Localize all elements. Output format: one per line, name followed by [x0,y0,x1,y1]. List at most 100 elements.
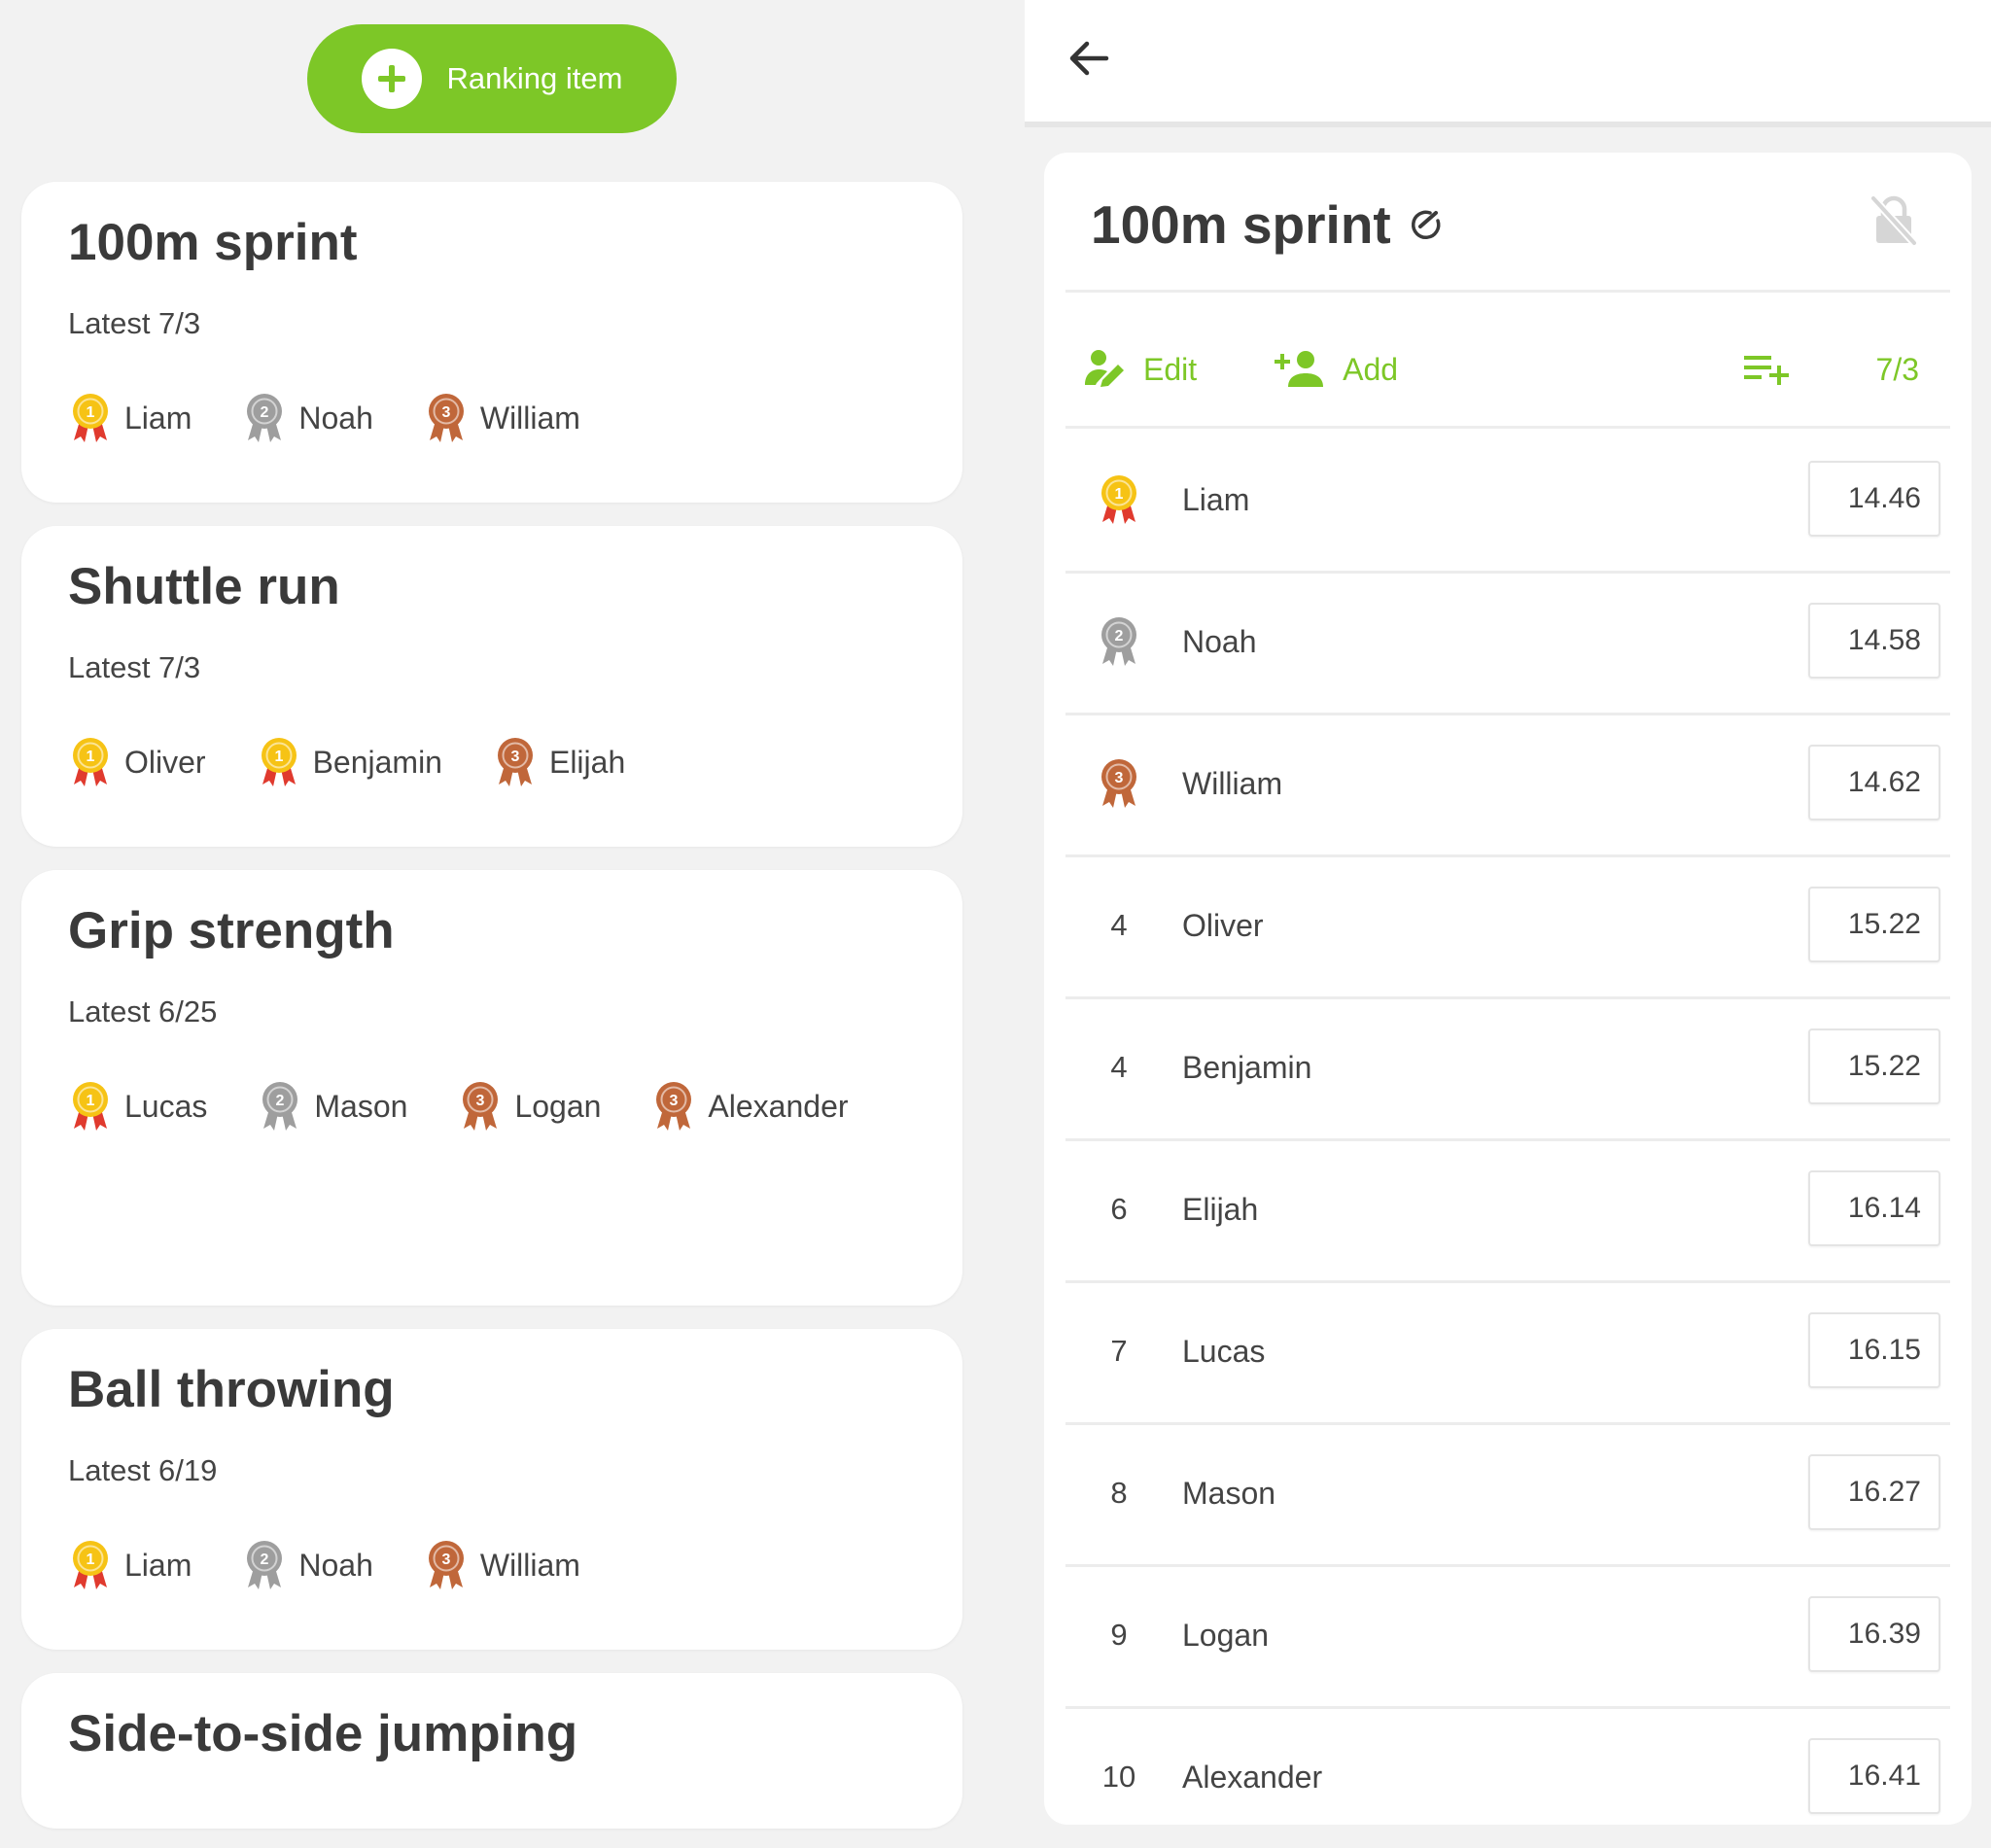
winner: 2 Mason [258,1079,407,1133]
svg-text:1: 1 [1115,486,1124,503]
ranking-card-side-to-side-jumping[interactable]: Side-to-side jumping [21,1673,962,1829]
winner-name: Liam [124,400,192,436]
winner: 2 Noah [242,391,373,445]
athlete-name: Liam [1182,481,1250,517]
winner: 1 Benjamin [257,735,442,789]
score-input[interactable] [1808,1029,1940,1104]
athlete-name: Alexander [1182,1759,1323,1795]
rank-number: 4 [1110,1050,1128,1084]
svg-text:2: 2 [1115,628,1124,645]
edit-button[interactable]: Edit [1083,348,1197,391]
bronze-medal-icon: 3 [458,1080,503,1133]
athlete-name: Noah [1182,623,1257,659]
table-row: 8 Mason [1065,1425,1950,1567]
silver-medal-icon: 2 [242,392,287,444]
rank-number: 7 [1110,1334,1128,1368]
score-input[interactable] [1808,745,1940,820]
add-record-button[interactable] [1743,352,1793,387]
svg-text:1: 1 [87,1093,95,1109]
ranking-card-shuttle-run[interactable]: Shuttle run Latest 7/3 1 Oliver 1 Benjamin… [21,526,962,847]
ranking-card-ball-throwing[interactable]: Ball throwing Latest 6/19 1 Liam 2 Noah 3 W… [21,1329,962,1650]
svg-text:1: 1 [87,1552,95,1568]
bronze-medal-icon: 3 [424,1539,469,1591]
rank-number: 6 [1110,1192,1128,1226]
svg-text:3: 3 [1115,770,1124,786]
date-column-header[interactable]: 7/3 [1876,352,1919,388]
card-title: 100m sprint [68,214,358,271]
score-input[interactable] [1808,1170,1940,1246]
score-input[interactable] [1808,603,1940,679]
table-row: 6 Elijah [1065,1141,1950,1283]
add-ranking-item-button[interactable]: Ranking item [307,24,677,133]
svg-text:2: 2 [276,1093,285,1109]
silver-medal-icon: 2 [258,1080,302,1133]
card-latest-date: Latest 7/3 [68,650,201,684]
card-latest-date: Latest 6/19 [68,1453,218,1487]
silver-medal-icon: 2 [1097,615,1141,668]
winner-name: Alexander [708,1088,849,1124]
athlete-name: William [1182,765,1283,801]
ranking-list-panel: Ranking item 100m sprint Latest 7/3 1 Lia… [0,0,982,1829]
table-row: 7 Lucas [1065,1283,1950,1425]
bronze-medal-icon: 3 [651,1080,696,1133]
winner-name: Elijah [548,744,626,780]
winners-list: 1 Oliver 1 Benjamin 3 Elijah [68,735,924,789]
winner: 3 Logan [458,1079,601,1133]
date-label: 7/3 [1875,351,1919,387]
ranking-toolbar: Edit Add 7/3 [1083,326,1942,413]
table-row: 10 Alexander [1065,1709,1950,1848]
athlete-name: Lucas [1182,1333,1266,1369]
score-input[interactable] [1808,461,1940,537]
gold-medal-icon: 1 [1097,473,1141,526]
divider [1065,426,1950,429]
winner-name: Lucas [124,1088,208,1124]
rank-cell: 1 [1089,432,1149,568]
bronze-medal-icon: 3 [493,736,538,788]
svg-text:3: 3 [670,1093,679,1109]
winner: 3 Elijah [493,735,625,789]
winner-name: Noah [298,1547,373,1583]
add-person-button[interactable]: Add [1275,350,1398,389]
edit-title-icon[interactable] [1409,207,1444,242]
ranking-card-grip-strength[interactable]: Grip strength Latest 6/25 1 Lucas 2 Mason … [21,870,962,1306]
winner-name: Logan [514,1088,602,1124]
gold-medal-icon: 1 [68,1080,113,1133]
card-title: Ball throwing [68,1361,395,1418]
silver-medal-icon: 2 [242,1539,287,1591]
card-title: Shuttle run [68,558,340,615]
rank-cell: 3 [1089,715,1149,852]
score-input[interactable] [1808,1738,1940,1814]
athlete-name: Mason [1182,1475,1276,1511]
edit-label: Edit [1143,351,1198,387]
winner: 1 Lucas [68,1079,207,1133]
athlete-name: Logan [1182,1617,1269,1653]
app-bar [1025,0,1991,127]
svg-text:2: 2 [261,1552,269,1568]
winner-name: Liam [124,1547,192,1583]
back-button[interactable] [1060,29,1118,87]
athlete-name: Oliver [1182,907,1264,943]
rank-number: 10 [1101,1760,1136,1794]
score-input[interactable] [1808,1596,1940,1672]
athlete-name: Elijah [1182,1191,1259,1227]
svg-text:3: 3 [476,1093,485,1109]
gold-medal-icon: 1 [68,392,113,444]
winner: 3 William [424,1538,580,1592]
ranking-card-100m-sprint[interactable]: 100m sprint Latest 7/3 1 Liam 2 Noah 3 Will… [21,182,962,503]
score-input[interactable] [1808,1312,1940,1388]
arrow-left-icon [1069,41,1109,76]
winner-name: Mason [314,1088,408,1124]
card-latest-date: Latest 6/25 [68,994,218,1029]
winner: 3 Alexander [651,1079,849,1133]
winner-name: Oliver [124,744,206,780]
winner: 1 Liam [68,391,192,445]
svg-text:2: 2 [261,404,269,421]
winners-list: 1 Lucas 2 Mason 3 Logan 3 Alexander [68,1079,924,1133]
playlist-add-icon [1743,356,1789,385]
score-input[interactable] [1808,887,1940,962]
score-input[interactable] [1808,1454,1940,1530]
svg-text:3: 3 [441,1552,450,1568]
gold-medal-icon: 1 [68,736,113,788]
lock-off-icon [1870,195,1917,246]
lock-toggle[interactable] [1865,192,1923,250]
